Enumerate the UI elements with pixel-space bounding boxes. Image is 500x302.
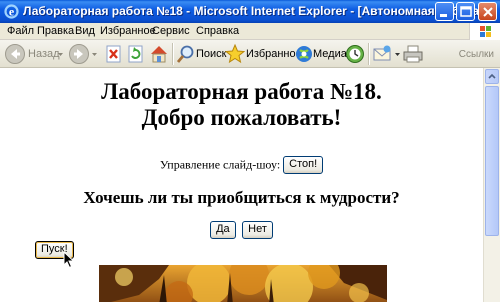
forward-button[interactable]	[68, 43, 90, 65]
scrollbar-thumb[interactable]	[485, 86, 499, 236]
maximize-button[interactable]	[456, 2, 475, 21]
mouse-pointer-icon	[63, 251, 75, 269]
home-button[interactable]	[148, 43, 170, 65]
ie-icon: e	[4, 4, 19, 19]
mail-icon	[373, 45, 391, 61]
heading-line-1: Лабораторная работа №18.	[101, 79, 382, 104]
back-dropdown-icon[interactable]	[58, 43, 64, 65]
page-content: Лабораторная работа №18. Добро пожаловат…	[0, 68, 483, 302]
media-icon	[296, 46, 312, 62]
menu-help[interactable]: Справка	[196, 25, 239, 37]
close-button[interactable]	[478, 2, 497, 21]
refresh-icon	[128, 45, 143, 63]
title-bar[interactable]: e Лабораторная работа №18 - Microsoft In…	[0, 0, 500, 23]
mail-dropdown-icon[interactable]	[395, 43, 401, 65]
yes-button[interactable]: Да	[210, 221, 236, 239]
slideshow-label: Управление слайд-шоу:	[159, 157, 281, 172]
svg-text:e: e	[9, 5, 15, 19]
close-icon	[483, 7, 493, 17]
heading-line-2: Добро пожаловать!	[141, 105, 342, 130]
back-arrow-icon	[5, 44, 25, 64]
slideshow-control: Управление слайд-шоу: Стоп!	[0, 156, 483, 174]
slideshow-image	[99, 265, 387, 302]
forward-dropdown-icon[interactable]	[92, 43, 98, 65]
question-text: Хочешь ли ты приобщиться к мудрости?	[83, 188, 400, 207]
toolbar-separator	[172, 43, 174, 65]
stop-button[interactable]	[104, 43, 124, 65]
favorites-button[interactable]: Избранное	[225, 43, 302, 65]
home-icon	[151, 46, 167, 63]
search-button[interactable]: Поиск	[176, 43, 227, 65]
toolbar: Назад Поиск Избранное Медиа Ссылки	[0, 40, 500, 68]
menu-favorites[interactable]: Избранное	[100, 25, 156, 37]
print-icon	[403, 45, 423, 63]
page-heading: Лабораторная работа №18. Добро пожаловат…	[0, 79, 483, 131]
media-label: Медиа	[313, 48, 347, 60]
search-label: Поиск	[196, 48, 227, 60]
menu-file[interactable]: Файл	[7, 25, 34, 37]
search-icon	[176, 45, 194, 63]
minimize-button[interactable]	[435, 2, 454, 21]
answer-buttons: Да Нет	[0, 221, 483, 239]
refresh-button[interactable]	[126, 43, 146, 65]
chevron-up-icon	[488, 73, 496, 79]
menu-tools[interactable]: Сервис	[152, 25, 190, 37]
media-button[interactable]: Медиа	[294, 43, 347, 65]
scroll-up-button[interactable]	[485, 69, 499, 84]
stop-slideshow-button[interactable]: Стоп!	[283, 156, 324, 174]
browser-window: e Лабораторная работа №18 - Microsoft In…	[0, 0, 500, 302]
history-button[interactable]	[344, 43, 366, 65]
menu-bar: Файл Правка Вид Избранное Сервис Справка	[0, 23, 500, 40]
forward-arrow-icon	[69, 44, 89, 64]
minimize-icon	[440, 14, 447, 17]
toolbar-separator	[368, 43, 370, 65]
mail-button[interactable]	[372, 43, 394, 65]
window-title: Лабораторная работа №18 - Microsoft Inte…	[23, 4, 483, 18]
history-icon	[346, 45, 364, 63]
windows-logo-icon	[469, 23, 500, 40]
favorites-star-icon	[225, 43, 245, 64]
links-label[interactable]: Ссылки	[459, 49, 494, 60]
vertical-scrollbar[interactable]	[483, 68, 500, 302]
print-button[interactable]	[402, 43, 424, 65]
autumn-trees-image	[99, 265, 387, 302]
menu-view[interactable]: Вид	[75, 25, 95, 37]
no-button[interactable]: Нет	[242, 221, 273, 239]
maximize-icon	[460, 6, 472, 17]
stop-icon	[106, 45, 121, 63]
back-label: Назад	[28, 48, 60, 60]
back-button[interactable]: Назад	[4, 43, 60, 65]
menu-edit[interactable]: Правка	[37, 25, 74, 37]
